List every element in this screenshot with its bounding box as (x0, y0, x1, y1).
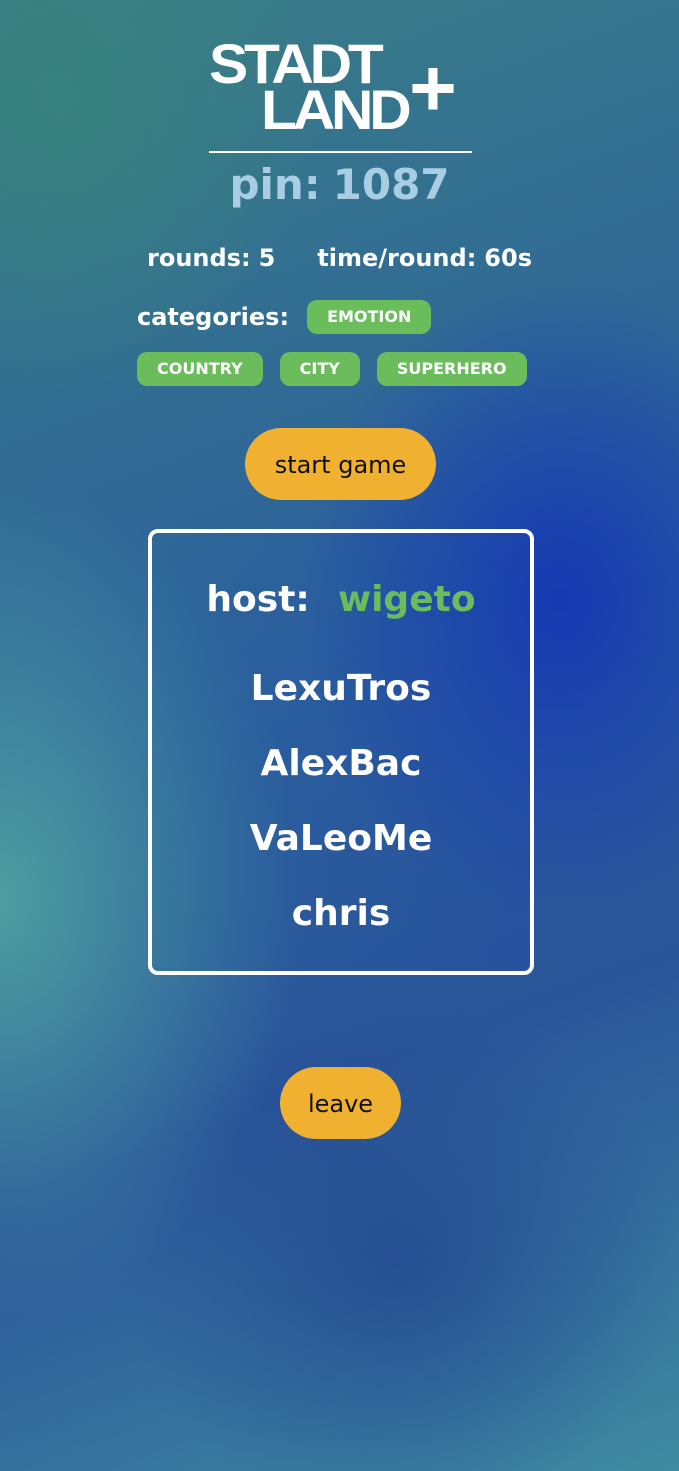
category-chip-superhero: SUPERHERO (376, 352, 527, 386)
categories-row-2: COUNTRY CITY SUPERHERO (137, 352, 527, 386)
category-chip-country: COUNTRY (137, 352, 263, 386)
game-settings: rounds: 5 time/round: 60s (0, 244, 679, 272)
start-game-button[interactable]: start game (245, 428, 436, 500)
host-name: wigeto (337, 579, 476, 620)
player-item: AlexBac (260, 743, 422, 784)
categories: categories: EMOTION (137, 300, 432, 334)
rounds-setting: rounds: 5 (147, 244, 275, 272)
rounds-value: 5 (258, 244, 276, 272)
category-chip-city: CITY (279, 352, 360, 386)
time-value: 60s (484, 244, 532, 272)
app-logo: STADT LAND + (209, 36, 472, 154)
player-item: chris (291, 893, 391, 934)
player-list-panel: host: wigeto LexuTros AlexBac VaLeoMe chr… (148, 529, 534, 975)
game-pin: pin: 1087 (0, 160, 679, 209)
logo-text-land: LAND (261, 78, 412, 141)
player-list: LexuTros AlexBac VaLeoMe chris (152, 661, 530, 961)
logo-plus: + (409, 43, 457, 134)
time-label: time/round: (317, 244, 477, 272)
host-label: host: (206, 579, 310, 620)
logo-divider (209, 151, 472, 153)
time-setting: time/round: 60s (317, 244, 532, 272)
category-chip-emotion: EMOTION (307, 300, 432, 334)
pin-label: pin: (229, 160, 321, 209)
leave-button[interactable]: leave (280, 1067, 401, 1139)
rounds-label: rounds: (147, 244, 251, 272)
categories-label: categories: (137, 303, 290, 331)
pin-value: 1087 (332, 160, 450, 209)
player-item: VaLeoMe (249, 818, 433, 859)
player-item: LexuTros (250, 668, 432, 709)
host-row: host: wigeto (152, 579, 530, 620)
